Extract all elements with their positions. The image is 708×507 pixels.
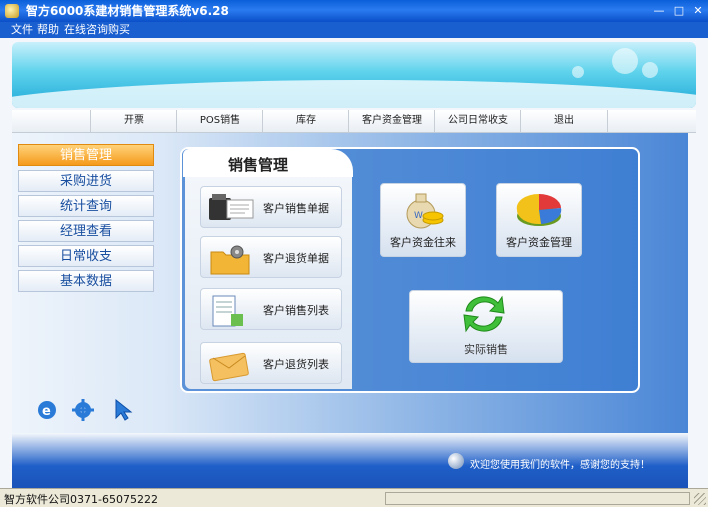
menu-file[interactable]: 文件: [11, 23, 33, 37]
big-tile-label: 客户资金往来: [390, 236, 456, 249]
sidebar-item-manager[interactable]: 经理查看: [18, 220, 154, 242]
welcome-icon: [448, 453, 464, 469]
nav-daily-income-expense[interactable]: 公司日常收支: [434, 110, 521, 132]
resize-grip[interactable]: [694, 493, 706, 505]
menu-bar: 文件 帮助 在线咨询购买: [0, 22, 708, 38]
nav-pos-sales[interactable]: POS销售: [176, 110, 263, 132]
pointer-icon[interactable]: [112, 398, 134, 422]
menu-help[interactable]: 帮助: [37, 23, 59, 37]
tile-label: 客户销售列表: [263, 304, 329, 317]
tile-label: 客户销售单据: [263, 202, 329, 215]
sidebar-item-purchase[interactable]: 采购进货: [18, 170, 154, 192]
tile-customer-sales-list[interactable]: 客户销售列表: [200, 288, 342, 330]
tile-customer-return-list[interactable]: 客户退货列表: [200, 342, 342, 384]
nav-invoice[interactable]: 开票: [90, 110, 177, 132]
nav-customer-funds[interactable]: 客户资金管理: [348, 110, 435, 132]
sidebar-item-sales[interactable]: 销售管理: [18, 144, 154, 166]
money-bag-icon: W: [406, 193, 444, 229]
tile-customer-funds-flow[interactable]: W 客户资金往来: [380, 183, 466, 257]
internet-explorer-icon[interactable]: e: [36, 398, 58, 422]
app-icon[interactable]: [5, 4, 19, 18]
tile-actual-sales[interactable]: 实际销售: [409, 290, 563, 363]
tile-customer-sales-bill[interactable]: 客户销售单据: [200, 186, 342, 228]
close-button[interactable]: ✕: [690, 3, 706, 18]
status-bar: 智方软件公司0371-65075222: [0, 488, 708, 507]
tile-label: 客户退货单据: [263, 252, 329, 265]
app-window: 智方6000系建材销售管理系统v6.28 — □ ✕ 文件 帮助 在线咨询购买 …: [0, 0, 708, 507]
status-company-phone: 智方软件公司0371-65075222: [4, 493, 158, 506]
cash-register-icon: [209, 194, 254, 220]
sidebar-item-statistics[interactable]: 统计查询: [18, 195, 154, 217]
tile-customer-funds-management[interactable]: 客户资金管理: [496, 183, 582, 257]
menu-online-purchase[interactable]: 在线咨询购买: [64, 23, 130, 37]
folder-gear-icon: [210, 245, 250, 275]
big-tile-label: 实际销售: [464, 343, 508, 356]
sidebar-item-daily[interactable]: 日常收支: [18, 245, 154, 267]
tile-customer-return-bill[interactable]: 客户退货单据: [200, 236, 342, 278]
minimize-button[interactable]: —: [651, 3, 667, 18]
envelope-list-icon: [209, 352, 249, 382]
pie-chart-icon: [516, 193, 562, 226]
big-tile-label: 客户资金管理: [506, 236, 572, 249]
panel-title: 销售管理: [228, 156, 289, 174]
maximize-button[interactable]: □: [671, 3, 687, 18]
svg-text:W: W: [414, 211, 423, 221]
welcome-message: 欢迎您使用我们的软件，感谢您的支持！: [470, 460, 650, 471]
settings-icon[interactable]: [72, 398, 94, 422]
tile-label: 客户退货列表: [263, 358, 329, 371]
top-nav: 开票 POS销售 库存 客户资金管理 公司日常收支 退出: [12, 110, 696, 133]
svg-text:e: e: [42, 404, 51, 419]
refresh-arrows-icon: [463, 295, 505, 333]
nav-inventory[interactable]: 库存: [262, 110, 349, 132]
title-bar[interactable]: 智方6000系建材销售管理系统v6.28 — □ ✕: [0, 0, 708, 22]
window-title: 智方6000系建材销售管理系统v6.28: [26, 4, 229, 18]
document-list-icon: [212, 295, 243, 327]
status-pane: [385, 492, 690, 505]
nav-exit[interactable]: 退出: [520, 110, 608, 132]
header-banner: [12, 42, 696, 108]
sidebar-item-basic-data[interactable]: 基本数据: [18, 270, 154, 292]
